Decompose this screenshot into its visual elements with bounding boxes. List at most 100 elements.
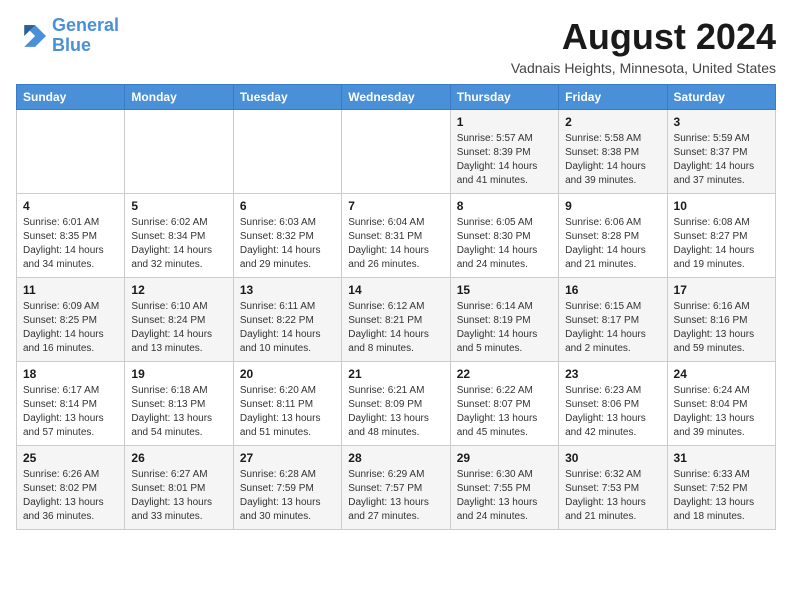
day-number: 30: [565, 451, 660, 465]
day-info: Sunrise: 5:59 AM Sunset: 8:37 PM Dayligh…: [674, 132, 769, 188]
month-title: August 2024: [511, 16, 776, 58]
day-info: Sunrise: 5:58 AM Sunset: 8:38 PM Dayligh…: [565, 132, 660, 188]
day-info: Sunrise: 6:32 AM Sunset: 7:53 PM Dayligh…: [565, 468, 660, 524]
day-info: Sunrise: 6:24 AM Sunset: 8:04 PM Dayligh…: [674, 384, 769, 440]
weekday-header-row: SundayMondayTuesdayWednesdayThursdayFrid…: [17, 85, 776, 110]
day-info: Sunrise: 6:02 AM Sunset: 8:34 PM Dayligh…: [131, 216, 226, 272]
calendar-cell: 13 Sunrise: 6:11 AM Sunset: 8:22 PM Dayli…: [233, 278, 341, 362]
location-text: Vadnais Heights, Minnesota, United State…: [511, 60, 776, 76]
day-info: Sunrise: 6:20 AM Sunset: 8:11 PM Dayligh…: [240, 384, 335, 440]
calendar-cell: 22 Sunrise: 6:22 AM Sunset: 8:07 PM Dayli…: [450, 362, 558, 446]
calendar-body: 1 Sunrise: 5:57 AM Sunset: 8:39 PM Daylig…: [17, 110, 776, 530]
day-number: 1: [457, 115, 552, 129]
calendar-week-1: 1 Sunrise: 5:57 AM Sunset: 8:39 PM Daylig…: [17, 110, 776, 194]
day-number: 18: [23, 367, 118, 381]
day-number: 26: [131, 451, 226, 465]
day-info: Sunrise: 6:23 AM Sunset: 8:06 PM Dayligh…: [565, 384, 660, 440]
calendar-week-3: 11Sunrise: 6:09 AM Sunset: 8:25 PM Dayli…: [17, 278, 776, 362]
weekday-sunday: Sunday: [17, 85, 125, 110]
weekday-tuesday: Tuesday: [233, 85, 341, 110]
calendar-cell: 7Sunrise: 6:04 AM Sunset: 8:31 PM Daylig…: [342, 194, 450, 278]
logo: General Blue: [16, 16, 119, 56]
day-info: Sunrise: 6:30 AM Sunset: 7:55 PM Dayligh…: [457, 468, 552, 524]
logo-text: General Blue: [52, 16, 119, 56]
day-number: 6: [240, 199, 335, 213]
calendar-week-2: 4 Sunrise: 6:01 AM Sunset: 8:35 PM Daylig…: [17, 194, 776, 278]
day-number: 22: [457, 367, 552, 381]
weekday-friday: Friday: [559, 85, 667, 110]
calendar-cell: [233, 110, 341, 194]
calendar-cell: 19Sunrise: 6:18 AM Sunset: 8:13 PM Dayli…: [125, 362, 233, 446]
day-info: Sunrise: 6:33 AM Sunset: 7:52 PM Dayligh…: [674, 468, 769, 524]
weekday-wednesday: Wednesday: [342, 85, 450, 110]
calendar-cell: 21 Sunrise: 6:21 AM Sunset: 8:09 PM Dayli…: [342, 362, 450, 446]
day-info: Sunrise: 6:17 AM Sunset: 8:14 PM Dayligh…: [23, 384, 118, 440]
calendar-cell: 28Sunrise: 6:29 AM Sunset: 7:57 PM Dayli…: [342, 446, 450, 530]
calendar-cell: 2 Sunrise: 5:58 AM Sunset: 8:38 PM Daylig…: [559, 110, 667, 194]
calendar-cell: 4 Sunrise: 6:01 AM Sunset: 8:35 PM Daylig…: [17, 194, 125, 278]
calendar-cell: 24 Sunrise: 6:24 AM Sunset: 8:04 PM Dayli…: [667, 362, 775, 446]
day-number: 10: [674, 199, 769, 213]
calendar-header: SundayMondayTuesdayWednesdayThursdayFrid…: [17, 85, 776, 110]
day-info: Sunrise: 6:05 AM Sunset: 8:30 PM Dayligh…: [457, 216, 552, 272]
day-info: Sunrise: 6:08 AM Sunset: 8:27 PM Dayligh…: [674, 216, 769, 272]
day-number: 27: [240, 451, 335, 465]
calendar-table: SundayMondayTuesdayWednesdayThursdayFrid…: [16, 84, 776, 530]
title-block: August 2024 Vadnais Heights, Minnesota, …: [511, 16, 776, 76]
day-info: Sunrise: 6:06 AM Sunset: 8:28 PM Dayligh…: [565, 216, 660, 272]
logo-icon: [16, 22, 48, 50]
calendar-cell: [125, 110, 233, 194]
day-number: 14: [348, 283, 443, 297]
day-number: 4: [23, 199, 118, 213]
day-info: Sunrise: 6:09 AM Sunset: 8:25 PM Dayligh…: [23, 300, 118, 356]
calendar-cell: 26 Sunrise: 6:27 AM Sunset: 8:01 PM Dayli…: [125, 446, 233, 530]
day-info: Sunrise: 6:04 AM Sunset: 8:31 PM Dayligh…: [348, 216, 443, 272]
day-number: 12: [131, 283, 226, 297]
weekday-saturday: Saturday: [667, 85, 775, 110]
calendar-cell: 14 Sunrise: 6:12 AM Sunset: 8:21 PM Dayli…: [342, 278, 450, 362]
calendar-cell: 25 Sunrise: 6:26 AM Sunset: 8:02 PM Dayli…: [17, 446, 125, 530]
day-number: 9: [565, 199, 660, 213]
day-info: Sunrise: 6:27 AM Sunset: 8:01 PM Dayligh…: [131, 468, 226, 524]
day-number: 23: [565, 367, 660, 381]
day-number: 24: [674, 367, 769, 381]
day-info: Sunrise: 6:11 AM Sunset: 8:22 PM Dayligh…: [240, 300, 335, 356]
day-info: Sunrise: 6:14 AM Sunset: 8:19 PM Dayligh…: [457, 300, 552, 356]
day-info: Sunrise: 6:22 AM Sunset: 8:07 PM Dayligh…: [457, 384, 552, 440]
day-info: Sunrise: 6:26 AM Sunset: 8:02 PM Dayligh…: [23, 468, 118, 524]
day-number: 31: [674, 451, 769, 465]
calendar-cell: 3 Sunrise: 5:59 AM Sunset: 8:37 PM Daylig…: [667, 110, 775, 194]
calendar-cell: 16Sunrise: 6:15 AM Sunset: 8:17 PM Dayli…: [559, 278, 667, 362]
day-info: Sunrise: 6:10 AM Sunset: 8:24 PM Dayligh…: [131, 300, 226, 356]
day-info: Sunrise: 6:03 AM Sunset: 8:32 PM Dayligh…: [240, 216, 335, 272]
calendar-cell: 20 Sunrise: 6:20 AM Sunset: 8:11 PM Dayli…: [233, 362, 341, 446]
calendar-cell: 12 Sunrise: 6:10 AM Sunset: 8:24 PM Dayli…: [125, 278, 233, 362]
day-info: Sunrise: 6:01 AM Sunset: 8:35 PM Dayligh…: [23, 216, 118, 272]
day-number: 25: [23, 451, 118, 465]
calendar-week-5: 25 Sunrise: 6:26 AM Sunset: 8:02 PM Dayli…: [17, 446, 776, 530]
calendar-cell: 6 Sunrise: 6:03 AM Sunset: 8:32 PM Daylig…: [233, 194, 341, 278]
page-header: General Blue August 2024 Vadnais Heights…: [16, 16, 776, 76]
calendar-cell: 10 Sunrise: 6:08 AM Sunset: 8:27 PM Dayli…: [667, 194, 775, 278]
day-number: 8: [457, 199, 552, 213]
day-number: 21: [348, 367, 443, 381]
calendar-cell: 18 Sunrise: 6:17 AM Sunset: 8:14 PM Dayli…: [17, 362, 125, 446]
calendar-cell: 29Sunrise: 6:30 AM Sunset: 7:55 PM Dayli…: [450, 446, 558, 530]
calendar-week-4: 18 Sunrise: 6:17 AM Sunset: 8:14 PM Dayli…: [17, 362, 776, 446]
calendar-cell: 11Sunrise: 6:09 AM Sunset: 8:25 PM Dayli…: [17, 278, 125, 362]
day-number: 20: [240, 367, 335, 381]
calendar-cell: 27Sunrise: 6:28 AM Sunset: 7:59 PM Dayli…: [233, 446, 341, 530]
calendar-cell: 5 Sunrise: 6:02 AM Sunset: 8:34 PM Daylig…: [125, 194, 233, 278]
day-number: 16: [565, 283, 660, 297]
day-info: Sunrise: 5:57 AM Sunset: 8:39 PM Dayligh…: [457, 132, 552, 188]
calendar-cell: 1 Sunrise: 5:57 AM Sunset: 8:39 PM Daylig…: [450, 110, 558, 194]
day-info: Sunrise: 6:21 AM Sunset: 8:09 PM Dayligh…: [348, 384, 443, 440]
day-number: 13: [240, 283, 335, 297]
day-number: 3: [674, 115, 769, 129]
calendar-cell: 17Sunrise: 6:16 AM Sunset: 8:16 PM Dayli…: [667, 278, 775, 362]
day-number: 2: [565, 115, 660, 129]
day-number: 5: [131, 199, 226, 213]
day-info: Sunrise: 6:12 AM Sunset: 8:21 PM Dayligh…: [348, 300, 443, 356]
calendar-cell: [17, 110, 125, 194]
calendar-cell: 8 Sunrise: 6:05 AM Sunset: 8:30 PM Daylig…: [450, 194, 558, 278]
